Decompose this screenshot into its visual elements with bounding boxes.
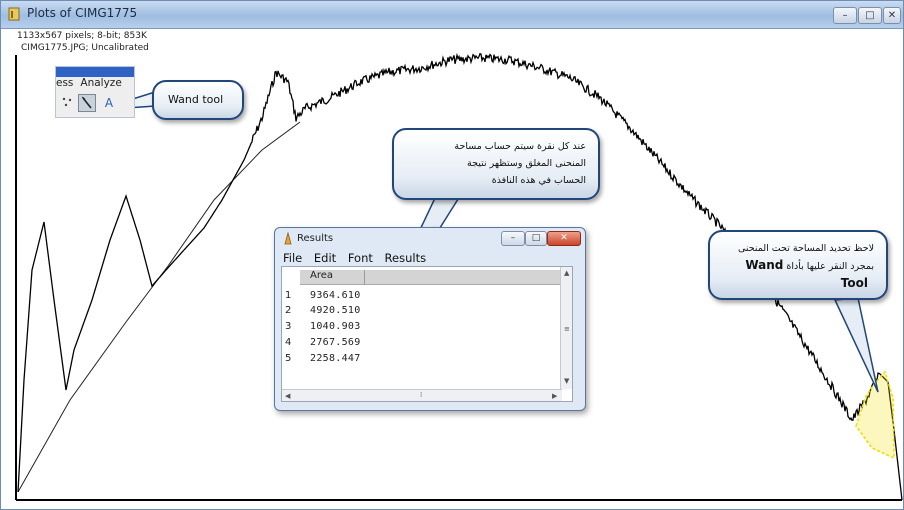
row-area-3: 1040.903 (310, 321, 361, 332)
toolbar-menu: ess Analyze (56, 77, 134, 93)
row-area-5: 2258.447 (310, 353, 361, 364)
results-menu-edit[interactable]: Edit (314, 251, 336, 265)
wand-selection-text: لاحظ تحديد المساحة تحت المنحنى بمجرد الن… (738, 240, 874, 292)
row-index-1: 1 (285, 290, 292, 301)
wand-note-line-1: لاحظ تحديد المساحة تحت المنحنى (737, 243, 874, 254)
multipoint-tool-icon[interactable] (58, 94, 76, 112)
results-close-button[interactable]: ✕ (547, 231, 581, 246)
results-menu-results[interactable]: Results (385, 251, 427, 265)
wand-note-line-2: بمجرد النقر عليها بأداة (786, 261, 874, 272)
column-header-area[interactable]: Area (310, 270, 333, 281)
results-table[interactable]: Area 1 9364.610 2 4920.510 3 1040.903 4 … (281, 266, 573, 402)
results-explanation-callout: عند كل نقرة سيتم حساب مساحة المنحنى المغ… (392, 128, 600, 200)
results-explanation-text: عند كل نقرة سيتم حساب مساحة المنحنى المغ… (454, 138, 586, 189)
results-table-header: Area (300, 270, 560, 285)
toolbar-snippet: ess Analyze A (55, 66, 135, 118)
row-index-2: 2 (285, 305, 292, 316)
scroll-up-arrow-icon[interactable]: ▲ (564, 269, 569, 277)
row-index-5: 5 (285, 353, 292, 364)
scroll-grip-icon[interactable]: ≡ (564, 325, 570, 333)
wand-tool-callout-text: Wand tool (168, 93, 224, 106)
results-title: Results (297, 233, 334, 244)
results-menu-bar: File Edit Font Results (283, 251, 434, 265)
toolbar-icons: A (56, 93, 134, 113)
wand-tool-icon[interactable] (78, 94, 96, 112)
results-window: Results – □ ✕ File Edit Font Results Are… (274, 227, 586, 411)
wand-selection-callout: لاحظ تحديد المساحة تحت المنحنى بمجرد الن… (708, 230, 888, 300)
results-minimize-button[interactable]: – (501, 231, 525, 246)
results-app-icon (284, 232, 292, 245)
results-horizontal-scrollbar[interactable]: ◀ ⁞ ▶ (282, 389, 562, 401)
row-area-2: 4920.510 (310, 305, 361, 316)
results-menu-font[interactable]: Font (348, 251, 373, 265)
header-divider (364, 270, 365, 285)
wand-tool-callout: Wand tool (152, 80, 244, 120)
row-index-4: 4 (285, 337, 292, 348)
wand-note-wand-word: Wand (745, 258, 784, 272)
results-maximize-button[interactable]: □ (525, 231, 547, 246)
scroll-right-arrow-icon[interactable]: ▶ (552, 392, 557, 400)
row-area-1: 9364.610 (310, 290, 361, 301)
text-tool-icon[interactable]: A (100, 94, 118, 112)
scroll-down-arrow-icon[interactable]: ▼ (564, 377, 569, 385)
results-explanation-line-3: الحساب في هذه النافذة (491, 175, 586, 186)
hscroll-grip-icon[interactable]: ⁞ (420, 391, 422, 399)
results-vertical-scrollbar[interactable]: ▲ ≡ ▼ (560, 267, 572, 389)
wand-note-pointer (833, 297, 879, 393)
wand-note-line-3: Tool (840, 276, 868, 290)
scroll-left-arrow-icon[interactable]: ◀ (285, 392, 290, 400)
menu-item-process[interactable]: ess (56, 77, 73, 89)
row-index-3: 3 (285, 321, 292, 332)
row-area-4: 2767.569 (310, 337, 361, 348)
menu-item-analyze[interactable]: Analyze (80, 77, 121, 89)
results-explanation-line-2: المنحنى المغلق وستظهر نتيجة (467, 158, 586, 169)
results-explanation-line-1: عند كل نقرة سيتم حساب مساحة (454, 141, 586, 152)
toolbar-titlebar (56, 67, 134, 77)
results-menu-file[interactable]: File (283, 251, 302, 265)
baseline-line (17, 121, 301, 493)
